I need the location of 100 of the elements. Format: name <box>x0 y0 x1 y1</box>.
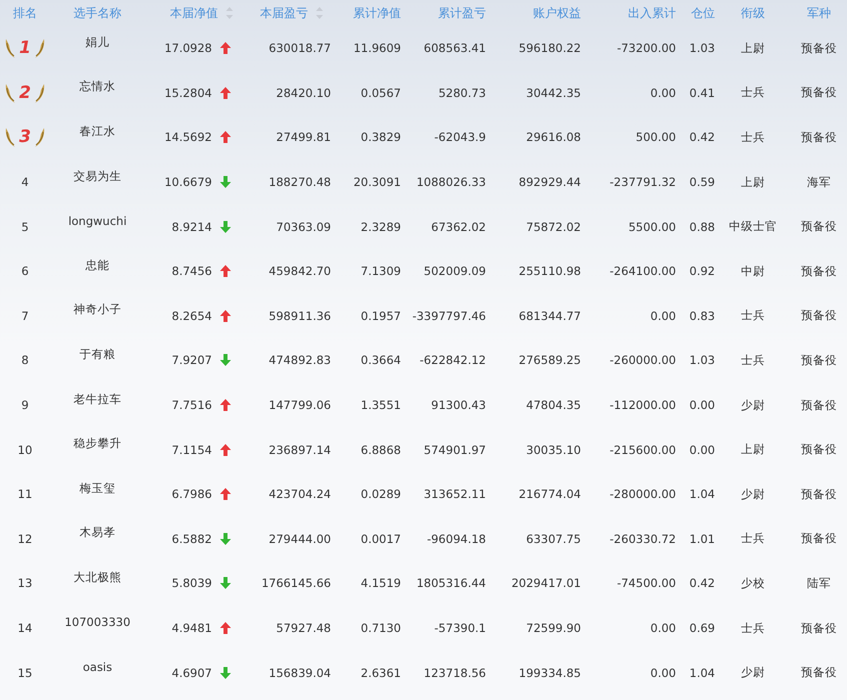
table-cell: -215600.00 <box>610 442 676 457</box>
rank-number: 11 <box>18 487 32 502</box>
table-cell: 4.9481 <box>172 621 212 636</box>
table-cell: 0.0289 <box>360 487 401 502</box>
table-cell: 0.0017 <box>360 532 401 546</box>
table-cell: 199334.85 <box>518 666 581 680</box>
rank-number: 4 <box>21 175 29 190</box>
table-cell: 17.0928 <box>164 41 212 56</box>
table-cell: 0.59 <box>689 175 715 190</box>
table-cell: 8.2654 <box>172 308 212 323</box>
rank-number: 1 <box>19 38 31 58</box>
player-name[interactable]: 于有粮 <box>80 346 116 362</box>
table-cell: 279444.00 <box>268 532 331 546</box>
table-cell: 276589.25 <box>518 353 581 368</box>
table-cell: -280000.00 <box>610 487 676 502</box>
table-cell: 630018.77 <box>268 41 331 56</box>
rank-number: 14 <box>18 621 32 636</box>
table-cell: 188270.48 <box>268 175 331 190</box>
table-cell: 士兵 <box>741 130 765 145</box>
table-cell: 30442.35 <box>526 86 581 100</box>
player-name[interactable]: 忘情水 <box>80 79 116 94</box>
table-cell: 313652.11 <box>424 487 486 502</box>
table-cell: 14.5692 <box>164 130 212 144</box>
table-cell: 1.03 <box>689 41 715 56</box>
table-cell: 0.00 <box>689 442 715 457</box>
table-cell: 0.92 <box>689 264 715 278</box>
table-cell: 0.42 <box>689 576 715 590</box>
player-name[interactable]: 交易为生 <box>74 168 122 184</box>
table-cell: 57927.48 <box>276 621 331 636</box>
table-cell: 少尉 <box>741 486 765 502</box>
table-cell: 500.00 <box>636 130 676 144</box>
table-cell: 预备役 <box>801 130 837 145</box>
table-cell: 中尉 <box>741 264 765 279</box>
table-cell: 5.8039 <box>172 576 212 590</box>
table-cell: 608563.41 <box>424 41 486 56</box>
player-name[interactable]: oasis <box>82 660 112 674</box>
sort-icon[interactable] <box>226 7 233 19</box>
table-cell: 1.03 <box>689 353 715 368</box>
table-cell: -57390.1 <box>434 621 486 636</box>
table-cell: 29616.08 <box>526 130 581 144</box>
table-cell: 1.01 <box>689 532 715 546</box>
table-cell: 中级士官 <box>729 219 777 234</box>
table-cell: 10.6679 <box>164 175 212 190</box>
player-name[interactable]: 大北极熊 <box>74 570 122 585</box>
table-cell: 预备役 <box>801 665 837 680</box>
table-cell: 47804.35 <box>526 398 581 412</box>
table-cell: 20.3091 <box>353 175 401 190</box>
rank-number: 13 <box>18 576 32 590</box>
table-cell: 少尉 <box>741 665 765 680</box>
table-cell: 892929.44 <box>518 175 581 190</box>
table-cell: -264100.00 <box>610 264 676 278</box>
rank-number: 3 <box>19 127 31 148</box>
player-name[interactable]: 梅玉玺 <box>80 480 116 496</box>
player-name[interactable]: 神奇小子 <box>74 302 122 318</box>
table-cell: 士兵 <box>741 308 765 324</box>
table-cell: 1.3551 <box>360 398 401 412</box>
table-cell: 70363.09 <box>276 220 331 234</box>
table-cell: 预备役 <box>801 620 837 636</box>
table-cell: 预备役 <box>801 85 837 100</box>
table-cell: 少校 <box>741 576 765 591</box>
player-name[interactable]: 107003330 <box>64 615 130 630</box>
table-cell: 2029417.01 <box>511 576 581 590</box>
table-cell: -96094.18 <box>426 532 486 546</box>
player-name[interactable]: 忠能 <box>86 258 110 273</box>
player-name[interactable]: 老牛拉车 <box>74 392 122 407</box>
table-cell: -73200.00 <box>616 41 676 56</box>
table-cell: 574901.97 <box>424 442 486 457</box>
table-cell: 少尉 <box>741 398 765 413</box>
table-cell: 30035.10 <box>526 442 581 457</box>
table-cell: 预备役 <box>801 531 837 546</box>
table-cell: 6.7986 <box>172 487 212 502</box>
rank-number: 9 <box>21 398 29 412</box>
table-cell: 8.7456 <box>172 264 212 278</box>
table-cell: 0.00 <box>650 621 676 636</box>
table-cell: 0.00 <box>650 86 676 100</box>
table-cell: 7.9207 <box>172 353 212 368</box>
table-cell: 0.00 <box>650 308 676 323</box>
table-cell: -74500.00 <box>616 576 676 590</box>
table-cell: 15.2804 <box>164 86 212 100</box>
player-name[interactable]: 娟儿 <box>86 34 110 50</box>
player-name[interactable]: longwuchi <box>68 214 127 228</box>
table-cell: 5500.00 <box>628 220 676 234</box>
rank-number: 2 <box>19 82 31 103</box>
player-name[interactable]: 春江水 <box>80 124 116 139</box>
table-cell: 0.0567 <box>360 86 401 100</box>
table-cell: 预备役 <box>801 264 837 279</box>
table-cell: 士兵 <box>741 620 765 636</box>
rank-number: 15 <box>18 666 32 680</box>
table-cell: 士兵 <box>741 352 765 368</box>
player-name[interactable]: 稳步攀升 <box>74 436 122 452</box>
table-cell: 156839.04 <box>268 666 331 680</box>
table-cell: 士兵 <box>741 531 765 546</box>
sort-icon[interactable] <box>316 7 323 19</box>
table-cell: 0.88 <box>689 220 715 234</box>
rank-number: 12 <box>18 532 32 546</box>
table-cell: 5280.73 <box>438 86 486 100</box>
player-name[interactable]: 木易孝 <box>80 525 116 540</box>
table-cell: 147799.06 <box>268 398 331 412</box>
laurel-wing-icon <box>4 37 16 60</box>
table-cell: 1088026.33 <box>416 175 486 190</box>
